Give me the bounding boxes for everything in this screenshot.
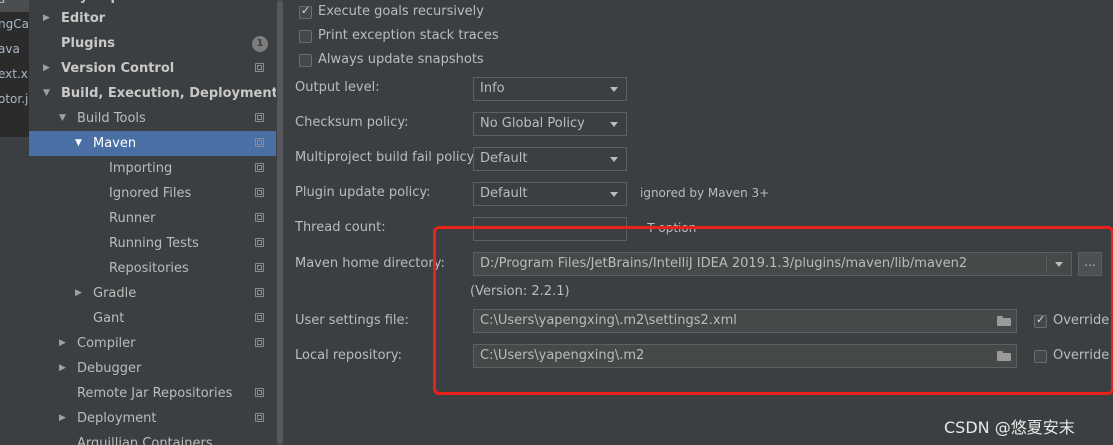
tree-item-label: Importing: [109, 161, 173, 176]
checksum-policy-select[interactable]: No Global Policy: [473, 112, 627, 136]
execute-recursively-checkbox[interactable]: [299, 4, 312, 19]
chevron-right-icon[interactable]: ▶: [43, 6, 50, 31]
tree-item-importing[interactable]: Importing: [29, 156, 276, 181]
chevron-down-icon: [610, 122, 618, 127]
chevron-down-icon: [610, 192, 618, 197]
chevron-down-icon: [610, 157, 618, 162]
chevron-right-icon[interactable]: ▶: [59, 356, 66, 381]
editor-tab[interactable]: otor.ja: [0, 87, 29, 112]
tree-item-gant[interactable]: Gant: [29, 306, 276, 331]
multiproject-policy-label: Multiproject build fail policy:: [295, 150, 478, 165]
tree-item-version-control[interactable]: ▶ Version Control: [29, 56, 276, 81]
checksum-policy-label: Checksum policy:: [295, 115, 409, 130]
user-settings-label: User settings file:: [295, 313, 409, 328]
tree-item-label: Gant: [93, 311, 125, 326]
output-level-label: Output level:: [295, 80, 380, 95]
project-settings-icon: [255, 188, 264, 197]
tree-item-label: Compiler: [77, 336, 136, 351]
tree-item-label: Repositories: [109, 261, 189, 276]
always-update-checkbox[interactable]: [299, 54, 312, 67]
tree-item-repositories[interactable]: Repositories: [29, 256, 276, 281]
tree-item-ignored-files[interactable]: Ignored Files: [29, 181, 276, 206]
tree-item-compiler[interactable]: ▶ Compiler: [29, 331, 276, 356]
tree-item-label: Debugger: [77, 361, 142, 376]
tree-item-deployment[interactable]: ▶ Deployment: [29, 406, 276, 431]
checksum-policy-value: No Global Policy: [480, 116, 585, 131]
tree-item-label: Arquillian Containers: [77, 436, 213, 445]
project-settings-icon: [255, 313, 264, 322]
tree-item-debugger[interactable]: ▶ Debugger: [29, 356, 276, 381]
project-settings-icon: [255, 238, 264, 247]
tree-item-plugins[interactable]: Plugins 1: [29, 31, 276, 56]
tree-item-gradle[interactable]: ▶ Gradle: [29, 281, 276, 306]
output-level-value: Info: [480, 81, 505, 96]
tree-item-runner[interactable]: Runner: [29, 206, 276, 231]
plugin-update-select[interactable]: Default: [473, 182, 627, 206]
project-settings-icon: [255, 113, 264, 122]
tree-item-label: Build, Execution, Deployment: [61, 86, 276, 101]
tree-item-label: Deployment: [77, 411, 157, 426]
project-settings-icon: [255, 263, 264, 272]
execute-recursively-label: Execute goals recursively: [318, 4, 484, 19]
scrollbar-thumb[interactable]: [277, 0, 283, 445]
chevron-right-icon[interactable]: ▶: [43, 56, 50, 81]
project-settings-icon: [255, 63, 264, 72]
multiproject-policy-value: Default: [480, 151, 528, 166]
tree-item-label: Version Control: [61, 61, 175, 76]
print-exception-label: Print exception stack traces: [318, 28, 499, 43]
multiproject-policy-select[interactable]: Default: [473, 147, 627, 171]
tree-item-maven[interactable]: ▼ Maven: [29, 131, 276, 156]
project-settings-icon: [255, 288, 264, 297]
tree-item-build-tools[interactable]: ▼ Build Tools: [29, 106, 276, 131]
plugin-update-note: ignored by Maven 3+: [640, 186, 770, 200]
chevron-down-icon[interactable]: ▼: [75, 131, 82, 156]
tree-item-label: Plugins: [61, 36, 115, 51]
tree-item-label: Ignored Files: [109, 186, 192, 201]
watermark-text: CSDN @悠夏安末: [944, 418, 1075, 437]
tree-item-editor[interactable]: ▶ Editor: [29, 6, 276, 31]
tree-item-label: Runner: [109, 211, 156, 226]
tree-item-label: Editor: [61, 11, 106, 26]
local-repository-label: Local repository:: [295, 348, 402, 363]
tree-item-build-execution-deployment[interactable]: ▼ Build, Execution, Deployment: [29, 81, 276, 106]
tree-scrollbar[interactable]: [276, 0, 284, 445]
chevron-down-icon: [610, 87, 618, 92]
project-settings-icon: [255, 388, 264, 397]
tree-item-label: Maven: [93, 136, 137, 151]
highlight-annotation-box: [433, 226, 1113, 395]
tree-item-label: Running Tests: [109, 236, 199, 251]
editor-tab[interactable]: a: [0, 0, 29, 12]
update-count-badge: 1: [252, 36, 268, 52]
tree-item-label: Remote Jar Repositories: [77, 386, 233, 401]
project-settings-icon: [255, 413, 264, 422]
plugin-update-value: Default: [480, 186, 528, 201]
settings-tree: Keymap ▶ Editor Plugins 1 ▶ Version Cont…: [29, 0, 276, 445]
always-update-label: Always update snapshots: [318, 52, 484, 67]
editor-tab[interactable]: ngCa: [0, 12, 29, 37]
output-level-select[interactable]: Info: [473, 77, 627, 101]
tree-item-arquillian-containers[interactable]: Arquillian Containers: [29, 431, 276, 445]
project-settings-icon: [255, 213, 264, 222]
editor-tabs-strip: a ngCa ava ext.xr otor.ja: [0, 0, 29, 445]
tree-item-label: Build Tools: [77, 111, 146, 126]
chevron-down-icon[interactable]: ▼: [59, 106, 66, 131]
thread-count-label: Thread count:: [295, 220, 386, 235]
project-settings-icon: [255, 338, 264, 347]
chevron-right-icon[interactable]: ▶: [59, 331, 66, 356]
chevron-down-icon[interactable]: ▼: [43, 81, 50, 106]
tree-item-remote-jar-repositories[interactable]: Remote Jar Repositories: [29, 381, 276, 406]
tree-item-running-tests[interactable]: Running Tests: [29, 231, 276, 256]
strip-background: [0, 137, 29, 445]
print-exception-checkbox[interactable]: [299, 30, 312, 43]
editor-tab[interactable]: ext.xr: [0, 62, 29, 87]
plugin-update-label: Plugin update policy:: [295, 185, 431, 200]
editor-tab[interactable]: ava: [0, 37, 29, 62]
project-settings-icon: [255, 163, 264, 172]
tree-item-label: Gradle: [93, 286, 137, 301]
project-settings-icon: [255, 138, 264, 147]
chevron-right-icon[interactable]: ▶: [59, 406, 66, 431]
maven-home-label: Maven home directory:: [295, 256, 445, 271]
chevron-right-icon[interactable]: ▶: [75, 281, 82, 306]
